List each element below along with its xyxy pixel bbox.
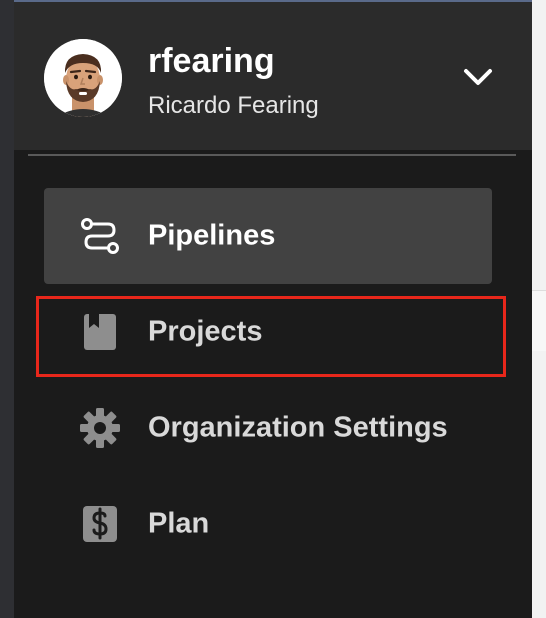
nav-label-pipelines: Pipelines xyxy=(148,219,276,252)
background-right-sliver xyxy=(532,0,546,618)
pipelines-icon xyxy=(81,218,119,254)
chevron-down-icon[interactable] xyxy=(460,62,496,92)
background-left-sliver xyxy=(0,0,14,618)
nav-item-plan[interactable]: Plan xyxy=(44,476,492,572)
nav-label-plan: Plan xyxy=(148,507,210,540)
avatar xyxy=(44,39,122,117)
org-menu-panel: rfearing Ricardo Fearing Pipelines Proje… xyxy=(14,0,532,618)
divider xyxy=(28,154,516,156)
dollar-icon xyxy=(83,506,117,542)
gear-icon xyxy=(80,408,120,448)
background-right-block xyxy=(532,290,546,351)
projects-highlight-box xyxy=(36,296,506,377)
username: rfearing xyxy=(148,42,275,80)
nav-item-pipelines[interactable]: Pipelines xyxy=(44,188,492,284)
nav-label-organization-settings: Organization Settings xyxy=(148,411,448,444)
account-header[interactable]: rfearing Ricardo Fearing xyxy=(14,0,532,150)
full-name: Ricardo Fearing xyxy=(148,92,319,119)
nav-item-organization-settings[interactable]: Organization Settings xyxy=(44,380,492,476)
avatar-illustration xyxy=(44,39,122,117)
top-border xyxy=(14,0,532,2)
